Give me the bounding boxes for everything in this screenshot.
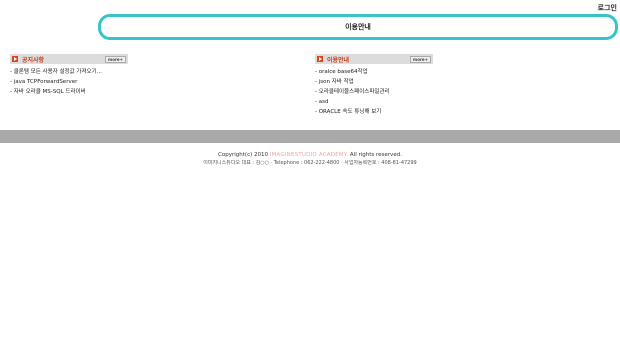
notice-list-item[interactable]: - java TCPForwardServer bbox=[10, 77, 128, 87]
notice-panel: 공지사항 more+ - 클론템 모든 사용자 설정값 가져오기... - ja… bbox=[10, 54, 128, 97]
copyright-prefix: Copyright(c) 2010 bbox=[218, 152, 268, 158]
footer-divider-band bbox=[0, 130, 620, 143]
guide-list-item[interactable]: - json 자바 작업 bbox=[315, 77, 433, 87]
guide-list-item[interactable]: - 오라클테이블스페이스파일관리 bbox=[315, 87, 433, 97]
notice-more-button[interactable]: more+ bbox=[105, 56, 126, 63]
notice-list-item[interactable]: - 클론템 모든 사용자 설정값 가져오기... bbox=[10, 67, 128, 77]
top-nav-bar: 이용안내 bbox=[98, 14, 618, 40]
login-link[interactable]: 로그인 bbox=[598, 3, 617, 13]
guide-panel-title: 이용안내 bbox=[327, 56, 350, 64]
notice-list: - 클론템 모든 사용자 설정값 가져오기... - java TCPForwa… bbox=[10, 67, 128, 97]
copyright-suffix: All rights reserved. bbox=[349, 152, 402, 158]
footer-copyright: Copyright(c) 2010 IMAGINESTUDIO ACADEMY.… bbox=[0, 152, 620, 158]
notice-panel-title: 공지사항 bbox=[22, 56, 45, 64]
notice-panel-header: 공지사항 more+ bbox=[10, 54, 128, 64]
arrow-bullet-icon bbox=[12, 56, 18, 62]
copyright-brand: IMAGINESTUDIO ACADEMY. bbox=[269, 152, 349, 158]
page: 로그인 이용안내 공지사항 more+ - 클론템 모든 사용자 설정값 가져오… bbox=[0, 0, 620, 343]
guide-list-item[interactable]: - oralce base64작업 bbox=[315, 67, 433, 77]
guide-panel-header: 이용안내 more+ bbox=[315, 54, 433, 64]
guide-panel: 이용안내 more+ - oralce base64작업 - json 자바 작… bbox=[315, 54, 433, 117]
arrow-bullet-icon bbox=[317, 56, 323, 62]
guide-list-item[interactable]: - asd bbox=[315, 97, 433, 107]
guide-list: - oralce base64작업 - json 자바 작업 - 오라클테이블스… bbox=[315, 67, 433, 117]
footer-company-info: 이미지니스튜디오 대표 : 김○○ · Telephone : 062-222-… bbox=[203, 160, 417, 165]
guide-more-button[interactable]: more+ bbox=[410, 56, 431, 63]
notice-list-item[interactable]: - 자바 오라클 MS-SQL 드라이버 bbox=[10, 87, 128, 97]
top-nav-title[interactable]: 이용안내 bbox=[345, 22, 371, 32]
guide-list-item[interactable]: - ORACLE 속도 튜닝해 보기 bbox=[315, 107, 433, 117]
